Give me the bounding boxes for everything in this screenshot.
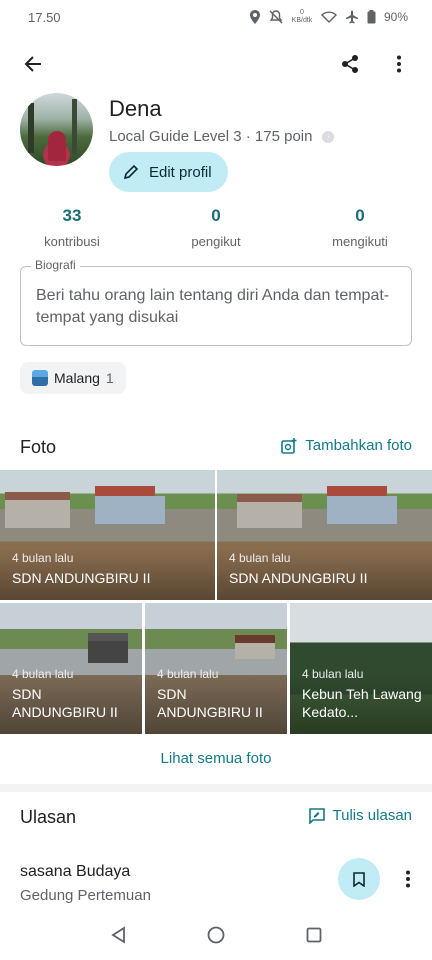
nav-back-icon (111, 925, 126, 944)
bio-label: Biografi (31, 258, 80, 272)
status-bar: 17.50 0 KB/dtk 90% (0, 0, 432, 34)
bookmark-icon (353, 871, 365, 887)
stat-value: 0 (211, 206, 221, 225)
city-chip[interactable]: Malang 1 (20, 362, 126, 394)
reviews-section-title: Ulasan (20, 807, 77, 827)
share-icon (342, 55, 358, 73)
bio-placeholder: Beri tahu orang lain tentang diri Anda d… (36, 287, 390, 326)
see-all-photos-link[interactable]: Lihat semua foto (0, 750, 432, 767)
back-arrow-icon (24, 56, 41, 72)
edit-profile-label: Edit profil (149, 163, 212, 181)
stat-label: kontribusi (44, 234, 100, 249)
more-vert-icon (406, 870, 410, 888)
profile-stats: 33 kontribusi 0 pengikut 0 mengikuti (0, 206, 432, 249)
stat-value: 33 (62, 206, 82, 225)
battery-icon (367, 10, 376, 24)
nav-recents-icon (306, 927, 322, 942)
add-photo-label: Tambahkan foto (305, 437, 412, 454)
mute-icon (269, 10, 283, 24)
stat-label: pengikut (191, 234, 241, 249)
more-vert-icon (397, 55, 401, 73)
review-place-name[interactable]: sasana Budaya (20, 863, 130, 881)
share-button[interactable] (330, 44, 370, 84)
city-icon (32, 370, 48, 386)
status-time: 17.50 (28, 9, 61, 25)
nav-back-button[interactable] (110, 925, 126, 949)
add-photo-button[interactable]: Tambahkan foto (281, 437, 412, 454)
photo-time: 4 bulan lalu (12, 667, 74, 681)
wifi-icon (320, 11, 337, 23)
section-divider (0, 784, 432, 792)
photo-title: SDN ANDUNGBIRU II (229, 570, 368, 586)
photos-section-title: Foto (20, 437, 57, 457)
network-speed: 0 KB/dtk (291, 9, 313, 24)
save-place-button[interactable] (338, 858, 380, 900)
back-button[interactable] (13, 44, 53, 84)
write-review-button[interactable]: Tulis ulasan (308, 807, 412, 824)
photo-time: 4 bulan lalu (229, 551, 291, 565)
photo-tile[interactable]: 4 bulan lalu SDN ANDUNGBIRU II (0, 470, 215, 600)
photo-tile[interactable]: 4 bulan lalu Kebun Teh Lawang Kedato... (290, 603, 432, 734)
photo-title: SDN ANDUNGBIRU II (157, 686, 263, 720)
photo-tile[interactable]: 4 bulan lalu SDN ANDUNGBIRU II (217, 470, 432, 600)
top-app-bar (0, 44, 432, 88)
stat-followers[interactable]: 0 pengikut (144, 206, 288, 249)
chip-label: Malang (54, 370, 100, 386)
edit-profile-button[interactable]: Edit profil (109, 152, 228, 192)
more-options-button[interactable] (379, 44, 419, 84)
airplane-icon (345, 10, 359, 24)
system-nav-bar (0, 914, 432, 960)
review-place-category: Gedung Pertemuan (20, 887, 151, 904)
photo-title: SDN ANDUNGBIRU II (12, 686, 118, 720)
chip-count: 1 (105, 370, 114, 386)
status-icons: 0 KB/dtk 90% (249, 9, 408, 25)
bio-field[interactable]: Biografi Beri tahu orang lain tentang di… (20, 258, 412, 346)
profile-name: Dena (109, 96, 162, 121)
write-review-label: Tulis ulasan (332, 807, 412, 824)
photo-tile[interactable]: 4 bulan lalu SDN ANDUNGBIRU II (145, 603, 287, 734)
rate-review-icon (308, 807, 325, 824)
nav-recents-button[interactable] (306, 927, 322, 948)
stat-contributions[interactable]: 33 kontribusi (0, 206, 144, 249)
stat-value: 0 (355, 206, 365, 225)
photo-title: Kebun Teh Lawang Kedato... (302, 686, 422, 720)
photo-time: 4 bulan lalu (12, 551, 74, 565)
photo-title: SDN ANDUNGBIRU II (12, 570, 151, 586)
add-photo-icon (281, 437, 297, 454)
review-more-button[interactable] (388, 859, 428, 899)
avatar[interactable] (20, 93, 93, 166)
level-text: Local Guide Level 3 · 175 poin (109, 128, 313, 145)
nav-home-icon (207, 926, 225, 943)
battery-level: 90% (383, 10, 408, 24)
photo-tile[interactable]: 4 bulan lalu SDN ANDUNGBIRU II (0, 603, 142, 734)
pencil-icon (123, 164, 139, 180)
chevron-right-icon: › (322, 130, 335, 143)
photo-time: 4 bulan lalu (302, 667, 364, 681)
nav-home-button[interactable] (207, 926, 225, 949)
stat-label: mengikuti (332, 234, 388, 249)
stat-following[interactable]: 0 mengikuti (288, 206, 432, 249)
location-icon (249, 10, 261, 24)
photo-time: 4 bulan lalu (157, 667, 219, 681)
local-guide-level[interactable]: Local Guide Level 3 · 175 poin › (109, 128, 335, 145)
